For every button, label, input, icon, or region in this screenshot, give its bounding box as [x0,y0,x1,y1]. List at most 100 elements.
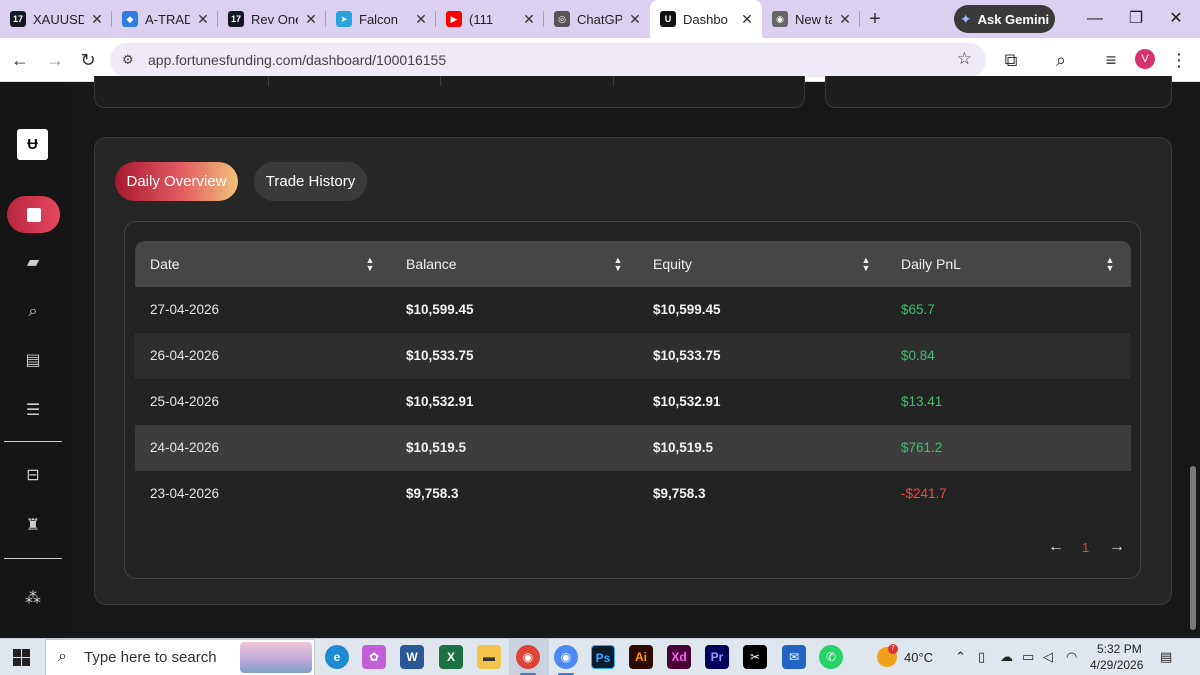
minimize-button[interactable]: — [1084,8,1106,30]
tray-device-icon[interactable]: ▯ [978,649,985,665]
ask-gemini-button[interactable]: ✦ Ask Gemini [954,5,1055,33]
close-window-button[interactable]: ✕ [1165,8,1187,30]
cell-balance: $10,519.5 [406,440,467,455]
close-tab-icon[interactable]: ✕ [302,11,320,28]
sidebar-item-analysis[interactable]: ⌕ [22,301,44,323]
close-tab-icon[interactable]: ✕ [88,11,106,28]
copilot-icon[interactable]: ✿ [362,645,386,669]
brand-logo[interactable]: Ʉ [17,129,48,160]
cell-equity: $10,519.5 [653,440,714,455]
sidebar-item-certificates[interactable]: ▤ [22,350,44,372]
file-explorer-icon[interactable]: ▬ [477,645,501,669]
close-tab-icon[interactable]: ✕ [412,11,430,28]
new-tab-button[interactable]: + [860,8,890,31]
edge-icon[interactable]: e [325,645,349,669]
volume-icon[interactable]: ◁ [1043,649,1053,665]
column-header-daily-pnl[interactable]: Daily PnL [901,241,961,287]
current-page-number[interactable]: 1 [1082,540,1089,560]
browser-tab[interactable]: ◆ A-TRADE✕ [112,0,218,38]
tab-title: ChatGPT [577,11,622,27]
cloud-icon[interactable]: ☁ [1000,649,1013,665]
sort-icon[interactable]: ▲ ▼ [365,256,375,273]
browser-tab[interactable]: U Dashbo ✕ [650,0,762,38]
browser-tab[interactable]: ▶ (111 ✕ [436,0,544,38]
premiere-icon[interactable]: Pr [705,645,729,669]
cell-balance: $10,533.75 [406,348,474,363]
restore-button[interactable]: ❐ [1125,8,1147,30]
sort-icon[interactable]: ▲ ▼ [861,256,871,273]
excel-icon[interactable]: X [439,645,463,669]
reload-icon[interactable]: ↻ [77,49,99,71]
browser-tab[interactable]: ◉ New tab✕ [762,0,860,38]
taskbar-search-box[interactable]: ⌕ Type here to search [45,639,315,675]
cell-balance: $10,599.45 [406,302,474,317]
close-tab-icon[interactable]: ✕ [194,11,212,28]
sidebar-item-documents[interactable]: ☰ [22,400,44,422]
sort-icon[interactable]: ▲ ▼ [613,256,623,273]
stats-card [94,76,805,108]
profile-avatar[interactable]: V [1135,49,1155,69]
close-tab-icon[interactable]: ✕ [520,11,538,28]
windows-start-icon[interactable] [13,649,30,666]
back-arrow-icon[interactable]: ← [9,49,31,71]
word-icon[interactable]: W [400,645,424,669]
page-scrollbar[interactable] [1190,466,1196,630]
column-header-equity[interactable]: Equity [653,241,692,287]
browser-menu-icon[interactable]: ⋮ [1168,49,1190,71]
mail-icon[interactable]: ✉ [782,645,806,669]
notification-icon[interactable]: ▤ [1160,649,1172,665]
tab-search-icon[interactable]: ⌕ [1050,49,1072,71]
browser-tab[interactable]: 17 Rev One ✕ [218,0,326,38]
briefcase-icon: ⊟ [26,467,40,484]
tab-title: New tab [795,11,832,27]
media-controls-icon[interactable]: ≡ [1100,49,1122,71]
close-tab-icon[interactable]: ✕ [738,11,756,28]
address-bar[interactable]: ⚙ app.fortunesfunding.com/dashboard/1000… [110,43,986,77]
chrome-profile-icon[interactable]: ◉ [554,645,578,669]
url-text: app.fortunesfunding.com/dashboard/100016… [148,52,447,68]
next-page-arrow-icon[interactable]: → [1109,538,1125,558]
tab-trade-history[interactable]: Trade History [254,162,367,201]
sidebar-item-community[interactable]: ⁂ [22,588,44,610]
dashboard-main: Daily Overview Trade History Date ▲ ▼ Bal… [66,76,1200,638]
wifi-icon[interactable]: ◠ [1066,649,1077,665]
sort-icon[interactable]: ▲ ▼ [1105,256,1115,273]
app-sidebar: Ʉ ▰ ⌕ ▤ ☰ ⊟ ♜ ⁂ [0,82,66,638]
battery-icon[interactable]: ▭ [1022,649,1034,665]
chrome-icon[interactable]: ◉ [516,645,540,669]
cell-date: 27-04-2026 [150,302,220,317]
sidebar-divider [4,558,62,559]
capcut-icon[interactable]: ✂ [743,645,767,669]
forward-arrow-icon[interactable]: → [44,49,66,71]
column-header-balance[interactable]: Balance [406,241,457,287]
cell-daily-pnl: $13.41 [901,394,943,409]
illustrator-icon[interactable]: Ai [629,645,653,669]
sidebar-item-wallet[interactable]: ▰ [22,252,44,274]
chevron-up-icon[interactable]: ⌃ [955,649,966,665]
browser-tab[interactable]: 17 XAUUSD ✕ [0,0,112,38]
xd-icon[interactable]: Xd [667,645,691,669]
prev-page-arrow-icon[interactable]: ← [1048,538,1064,558]
extensions-icon[interactable]: ⧉ [1000,49,1022,71]
tab-daily-overview[interactable]: Daily Overview [115,162,238,201]
site-info-icon[interactable]: ⚙ [122,52,134,68]
close-tab-icon[interactable]: ✕ [836,11,854,28]
wallet-icon: ▰ [26,254,40,271]
tab-favicon-icon: ▶ [446,11,462,27]
whatsapp-icon[interactable]: ✆ [819,645,843,669]
sidebar-item-leaderboard[interactable]: ♜ [22,515,44,537]
column-header-date[interactable]: Date [150,241,180,287]
close-tab-icon[interactable]: ✕ [626,11,644,28]
browser-tab[interactable]: ◎ ChatGPT✕ [544,0,650,38]
photoshop-icon[interactable]: Ps [591,645,615,669]
clock-date[interactable]: 4/29/2026 [1090,658,1143,672]
overview-panel: Daily Overview Trade History Date ▲ ▼ Bal… [94,137,1172,605]
sidebar-item-portfolio[interactable]: ⊟ [22,465,44,487]
temperature-label[interactable]: 40°C [904,650,933,665]
cell-equity: $9,758.3 [653,486,706,501]
browser-tab[interactable]: ➤ Falcon ✕ [326,0,436,38]
table-row: 25-04-2026 $10,532.91 $10,532.91 $13.41 [135,379,1131,425]
clock-time[interactable]: 5:32 PM [1097,642,1142,656]
sidebar-item-dashboard[interactable] [7,196,60,233]
bookmark-star-icon[interactable]: ☆ [957,49,972,69]
